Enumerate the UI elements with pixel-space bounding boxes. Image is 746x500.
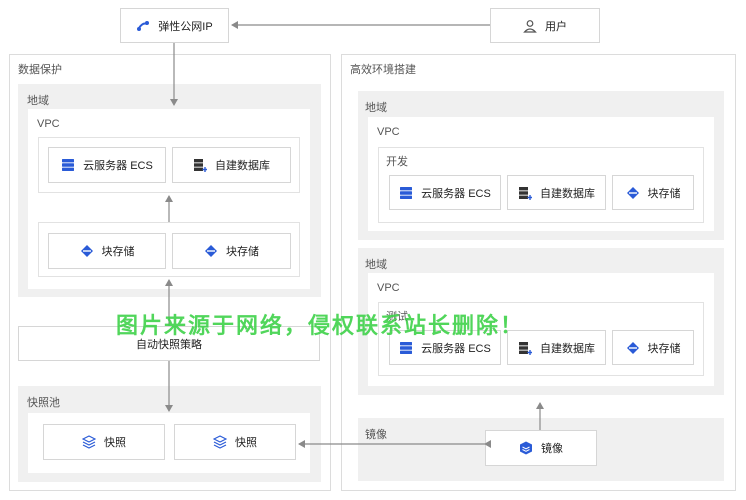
user-node[interactable]: 用户 xyxy=(490,8,600,43)
block-storage-icon xyxy=(626,186,640,200)
database-icon xyxy=(518,341,532,355)
database-icon xyxy=(193,158,207,172)
image-icon xyxy=(519,441,533,455)
left-storage-b-label: 块存储 xyxy=(226,246,259,258)
user-icon xyxy=(523,19,537,33)
test-ecs-label: 云服务器 ECS xyxy=(421,342,491,355)
dev-ecs-node[interactable]: 云服务器 ECS xyxy=(389,175,501,210)
snapshot-icon xyxy=(82,435,96,449)
database-icon xyxy=(518,186,532,200)
dev-db-node[interactable]: 自建数据库 xyxy=(507,175,606,210)
left-storage-b-node[interactable]: 块存储 xyxy=(172,233,291,269)
eip-icon xyxy=(136,19,150,33)
snapshot-icon xyxy=(213,435,227,449)
server-icon xyxy=(399,186,413,200)
watermark-text: 图片来源于网络，侵权联系站长删除！ xyxy=(116,313,525,338)
dev-env-label: 开发 xyxy=(386,156,408,168)
right-region-2-label: 地域 xyxy=(365,259,387,271)
right-vpc-2-label: VPC xyxy=(377,282,400,294)
snapshot-a-node[interactable]: 快照 xyxy=(43,424,165,460)
left-storage-a-label: 块存储 xyxy=(101,246,135,258)
left-ecs-node[interactable]: 云服务器 ECS xyxy=(48,147,166,183)
server-icon xyxy=(61,158,75,172)
dev-storage-label: 块存储 xyxy=(647,187,681,200)
eip-node[interactable]: 弹性公网IP xyxy=(120,8,229,43)
right-vpc-1-label: VPC xyxy=(377,126,400,138)
snapshot-b-label: 快照 xyxy=(235,437,257,449)
snapshot-pool-label: 快照池 xyxy=(27,397,60,409)
test-db-label: 自建数据库 xyxy=(540,342,595,355)
block-storage-icon xyxy=(80,244,94,258)
left-ecs-label: 云服务器 ECS xyxy=(83,160,153,172)
user-label: 用户 xyxy=(545,20,567,33)
server-icon xyxy=(399,341,413,355)
snapshot-a-label: 快照 xyxy=(104,437,126,449)
eip-label: 弹性公网IP xyxy=(158,20,213,33)
test-storage-node[interactable]: 块存储 xyxy=(612,330,694,365)
mirror-label: 镜像 xyxy=(541,443,563,455)
dev-ecs-label: 云服务器 ECS xyxy=(421,187,491,200)
block-storage-icon xyxy=(626,341,640,355)
left-db-node[interactable]: 自建数据库 xyxy=(172,147,291,183)
test-storage-label: 块存储 xyxy=(647,342,681,355)
left-vpc-label: VPC xyxy=(37,118,60,130)
left-db-label: 自建数据库 xyxy=(215,160,270,172)
snapshot-b-node[interactable]: 快照 xyxy=(174,424,296,460)
right-region-1-label: 地域 xyxy=(365,102,387,114)
left-region-label: 地域 xyxy=(27,95,49,107)
left-storage-a-node[interactable]: 块存储 xyxy=(48,233,166,269)
mirror-group-label: 镜像 xyxy=(365,429,387,441)
env-setup-title: 高效环境搭建 xyxy=(350,64,416,76)
mirror-node[interactable]: 镜像 xyxy=(485,430,597,466)
dev-db-label: 自建数据库 xyxy=(540,187,595,200)
data-protection-title: 数据保护 xyxy=(18,64,62,76)
dev-storage-node[interactable]: 块存储 xyxy=(612,175,694,210)
block-storage-icon xyxy=(204,244,218,258)
